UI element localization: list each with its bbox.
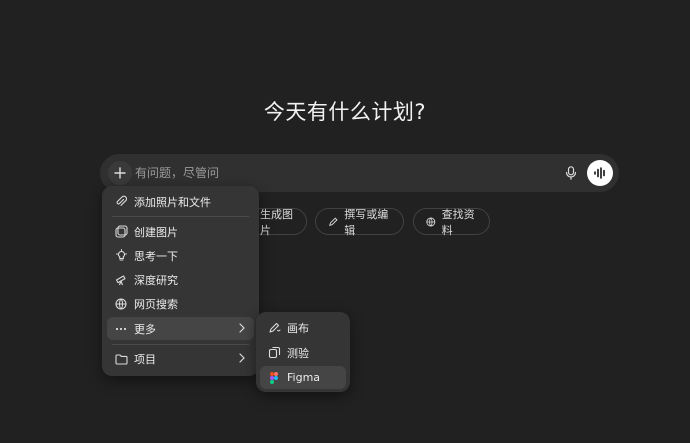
pencil-icon (329, 217, 338, 226)
globe-icon (114, 297, 128, 311)
chevron-right-icon (238, 322, 246, 334)
submenu-item-label: 画布 (287, 321, 309, 335)
plus-icon (114, 167, 126, 179)
waveform-icon (594, 167, 605, 179)
menu-item-label: 项目 (134, 352, 156, 366)
add-button[interactable] (108, 161, 132, 185)
menu-item-label: 深度研究 (134, 273, 178, 287)
menu-item-web-search[interactable]: 网页搜索 (107, 292, 254, 315)
submenu-item-canvas[interactable]: 画布 (260, 316, 346, 339)
menu-item-label: 创建图片 (134, 225, 178, 239)
menu-item-add-files[interactable]: 添加照片和文件 (107, 190, 254, 213)
chip-write-edit[interactable]: 撰写或编辑 (315, 207, 404, 237)
more-submenu: 画布 测验 Figma (256, 312, 350, 392)
paperclip-icon (114, 195, 128, 209)
copy-cards-icon (267, 346, 281, 360)
menu-item-create-image[interactable]: 创建图片 (107, 220, 254, 243)
lightbulb-icon (114, 249, 128, 263)
menu-divider (112, 344, 249, 345)
microphone-icon (565, 166, 577, 180)
menu-item-more[interactable]: 更多 (107, 317, 254, 340)
submenu-item-label: Figma (287, 371, 321, 384)
menu-item-label: 思考一下 (134, 249, 178, 263)
menu-item-think[interactable]: 思考一下 (107, 244, 254, 267)
page-heading: 今天有什么计划? (263, 100, 427, 124)
menu-item-label: 更多 (134, 322, 156, 336)
submenu-item-label: 测验 (287, 346, 309, 360)
microphone-button[interactable] (562, 164, 580, 182)
submenu-item-figma[interactable]: Figma (260, 366, 346, 389)
chip-label: 撰写或编辑 (344, 207, 389, 237)
submenu-item-quiz[interactable]: 测验 (260, 341, 346, 364)
chip-label: 生成图片 (260, 207, 293, 237)
menu-item-label: 添加照片和文件 (134, 195, 211, 209)
telescope-icon (114, 273, 128, 287)
menu-item-projects[interactable]: 项目 (107, 347, 254, 370)
attachment-menu: 添加照片和文件 创建图片 思考一下 深度研究 网页搜索 更多 项目 (102, 186, 259, 376)
chevron-right-icon (238, 352, 246, 364)
image-icon (114, 225, 128, 239)
voice-mode-button[interactable] (587, 160, 613, 186)
menu-item-deep-research[interactable]: 深度研究 (107, 268, 254, 291)
more-dots-icon (114, 322, 128, 336)
figma-icon (267, 371, 281, 385)
chip-label: 查找资料 (441, 207, 475, 237)
menu-item-label: 网页搜索 (134, 297, 178, 311)
folder-icon (114, 352, 128, 366)
globe-icon (426, 217, 436, 226)
chip-search[interactable]: 查找资料 (413, 207, 490, 237)
canvas-pen-icon (267, 321, 281, 335)
menu-divider (112, 216, 249, 217)
